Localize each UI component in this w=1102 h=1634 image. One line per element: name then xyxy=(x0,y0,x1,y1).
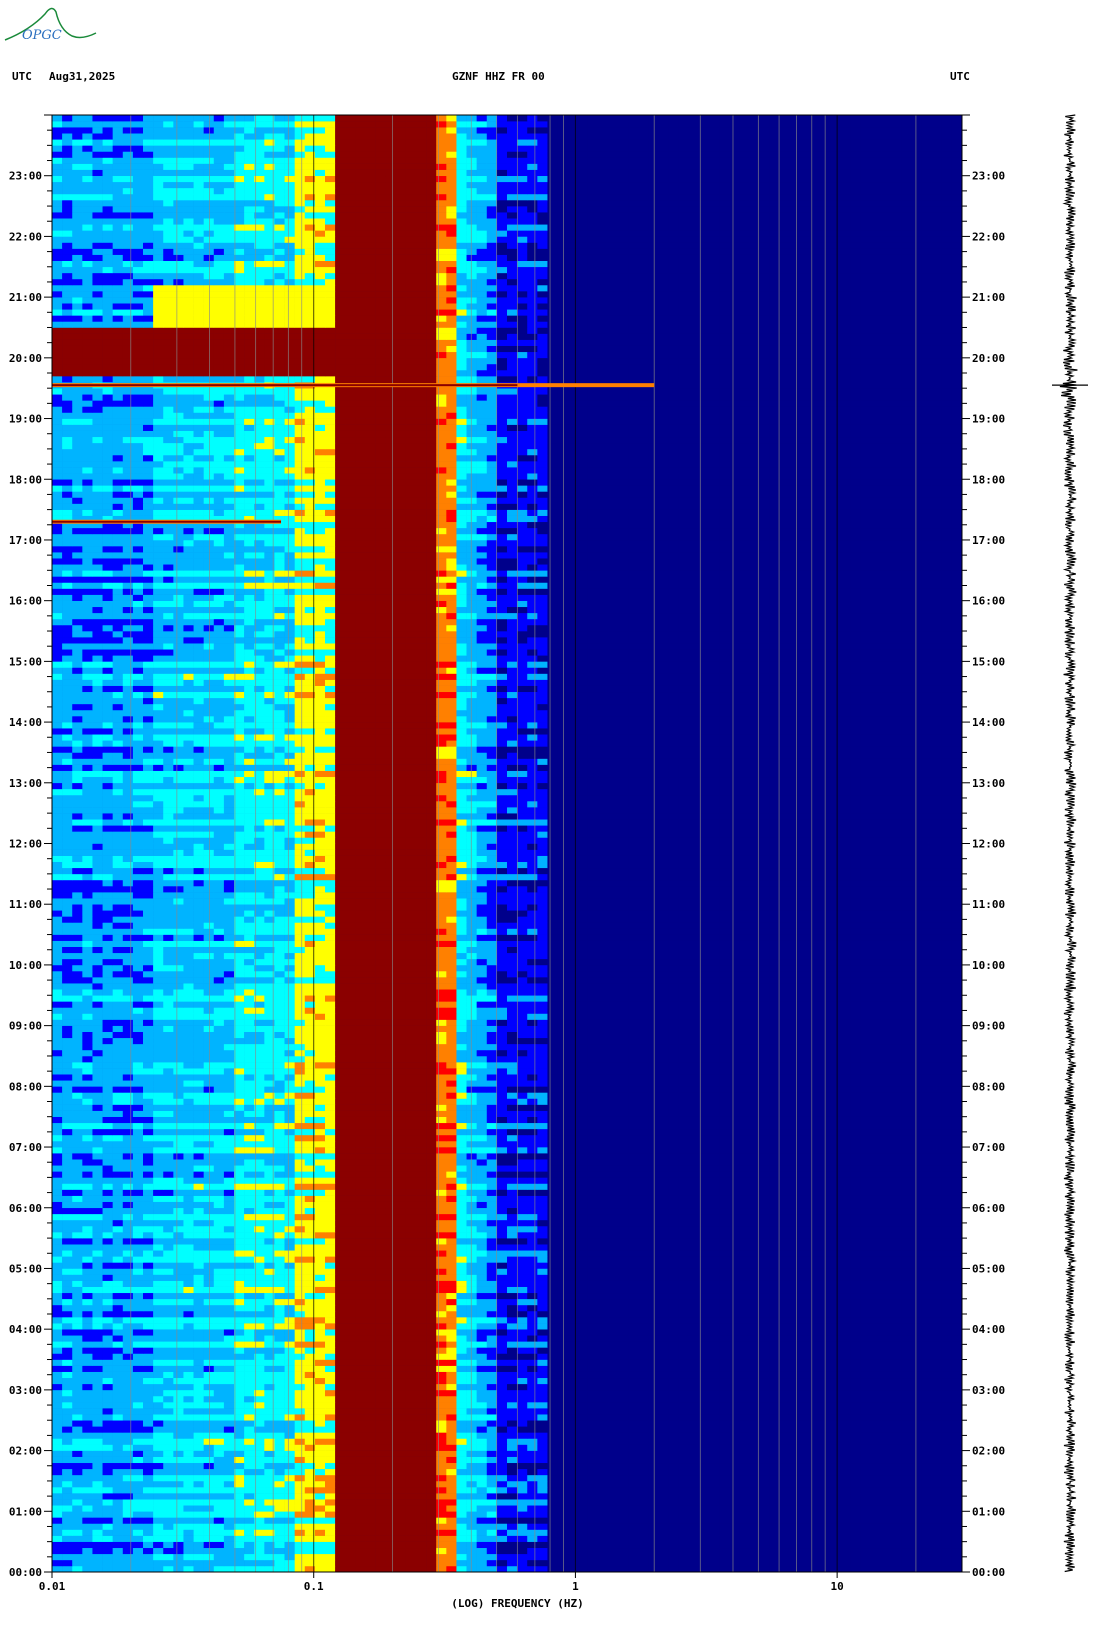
y-tick-label-left: 22:00 xyxy=(9,230,42,243)
seismogram-trace xyxy=(1052,115,1088,1572)
y-tick-label-left: 09:00 xyxy=(9,1020,42,1033)
y-tick-label-right: 08:00 xyxy=(972,1080,1005,1093)
trace-line xyxy=(1060,115,1078,1572)
y-tick-label-left: 07:00 xyxy=(9,1141,42,1154)
y-tick-label-right: 06:00 xyxy=(972,1202,1005,1215)
y-tick-label-right: 00:00 xyxy=(972,1566,1005,1579)
y-tick-label-right: 18:00 xyxy=(972,473,1005,486)
y-tick-label-left: 16:00 xyxy=(9,595,42,608)
frequency-axis: 0.01 0.1 1 10 xyxy=(39,1572,844,1593)
event-streak-1 xyxy=(52,520,281,524)
y-tick-label-right: 10:00 xyxy=(972,959,1005,972)
event-streak-0 xyxy=(52,383,654,387)
x-tick-label: 10 xyxy=(831,1580,844,1593)
y-tick-label-left: 06:00 xyxy=(9,1202,42,1215)
y-tick-label-right: 03:00 xyxy=(972,1384,1005,1397)
y-tick-label-left: 08:00 xyxy=(9,1080,42,1093)
y-tick-label-right: 19:00 xyxy=(972,413,1005,426)
y-tick-label-right: 16:00 xyxy=(972,595,1005,608)
y-tick-label-left: 03:00 xyxy=(9,1384,42,1397)
y-tick-label-right: 02:00 xyxy=(972,1445,1005,1458)
spectrogram-heatmap xyxy=(52,115,962,1572)
y-tick-label-right: 23:00 xyxy=(972,170,1005,183)
y-tick-label-left: 12:00 xyxy=(9,838,42,851)
y-tick-label-right: 12:00 xyxy=(972,838,1005,851)
y-tick-label-right: 22:00 xyxy=(972,230,1005,243)
x-axis-label: (LOG) FREQUENCY (HZ) xyxy=(0,1597,1035,1610)
y-tick-label-left: 20:00 xyxy=(9,352,42,365)
y-tick-label-left: 05:00 xyxy=(9,1262,42,1275)
y-tick-label-right: 14:00 xyxy=(972,716,1005,729)
y-tick-label-left: 01:00 xyxy=(9,1505,42,1518)
y-tick-label-left: 00:00 xyxy=(9,1566,42,1579)
y-tick-label-left: 02:00 xyxy=(9,1445,42,1458)
x-tick-label: 0.1 xyxy=(304,1580,324,1593)
y-tick-label-right: 17:00 xyxy=(972,534,1005,547)
y-tick-label-left: 23:00 xyxy=(9,170,42,183)
y-tick-label-left: 19:00 xyxy=(9,413,42,426)
y-tick-label-right: 15:00 xyxy=(972,655,1005,668)
y-tick-label-right: 01:00 xyxy=(972,1505,1005,1518)
y-tick-label-left: 04:00 xyxy=(9,1323,42,1336)
y-tick-label-left: 14:00 xyxy=(9,716,42,729)
y-tick-label-left: 10:00 xyxy=(9,959,42,972)
y-tick-label-left: 13:00 xyxy=(9,777,42,790)
y-tick-label-right: 04:00 xyxy=(972,1323,1005,1336)
y-tick-label-left: 11:00 xyxy=(9,898,42,911)
y-tick-label-left: 18:00 xyxy=(9,473,42,486)
y-tick-label-right: 11:00 xyxy=(972,898,1005,911)
y-tick-label-right: 07:00 xyxy=(972,1141,1005,1154)
y-tick-label-right: 13:00 xyxy=(972,777,1005,790)
x-tick-label: 0.01 xyxy=(39,1580,66,1593)
y-tick-label-left: 15:00 xyxy=(9,655,42,668)
y-tick-label-left: 21:00 xyxy=(9,291,42,304)
x-tick-label: 1 xyxy=(572,1580,579,1593)
y-tick-label-right: 21:00 xyxy=(972,291,1005,304)
y-tick-label-right: 05:00 xyxy=(972,1262,1005,1275)
y-tick-label-right: 20:00 xyxy=(972,352,1005,365)
spectrogram-chart: 00:00 00:00 01:00 01:00 02:00 02:00 03:00 03:00… xyxy=(0,0,1102,1634)
y-tick-label-right: 09:00 xyxy=(972,1020,1005,1033)
y-tick-label-left: 17:00 xyxy=(9,534,42,547)
